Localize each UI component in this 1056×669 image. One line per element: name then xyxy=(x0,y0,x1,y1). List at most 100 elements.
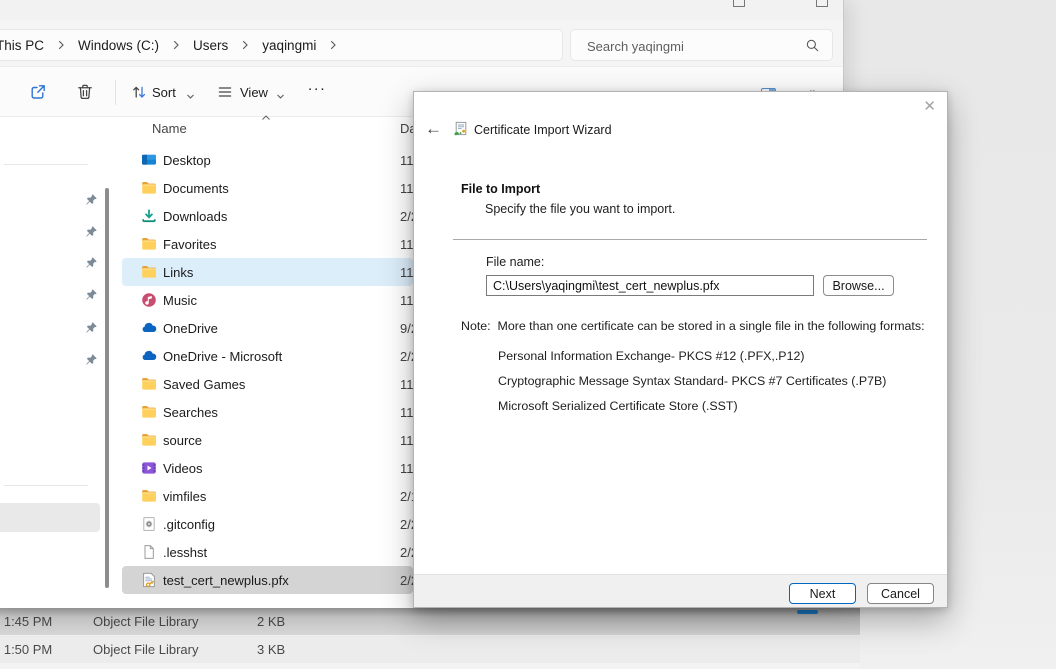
gearfile-icon xyxy=(141,516,157,532)
breadcrumb-item[interactable]: Windows (C:) xyxy=(78,38,159,53)
pin-icon[interactable] xyxy=(85,321,98,334)
file-type: Object File Library xyxy=(93,614,198,629)
chevron-right-icon[interactable] xyxy=(172,40,180,50)
background-file-row: 5 1:50 PMObject File Library3 KB xyxy=(0,636,860,663)
breadcrumb-item[interactable]: This PC xyxy=(0,38,44,53)
pin-icon[interactable] xyxy=(85,353,98,366)
date-modified-fragment: 9/2 xyxy=(400,321,414,336)
close-icon[interactable]: ✕ xyxy=(923,97,936,115)
date-modified-fragment: 11 xyxy=(400,433,414,448)
file-row[interactable]: Favorites11 xyxy=(122,230,413,258)
file-type: Object File Library xyxy=(93,642,198,657)
share-icon[interactable] xyxy=(28,82,48,107)
pin-icon[interactable] xyxy=(85,193,98,206)
chevron-down-icon xyxy=(186,88,195,106)
search-input[interactable] xyxy=(585,35,789,57)
back-arrow-icon[interactable]: ← xyxy=(425,119,442,139)
dialog-footer: Next Cancel xyxy=(414,574,947,607)
dialog-title: Certificate Import Wizard xyxy=(474,123,612,137)
file-name-label: .gitconfig xyxy=(163,517,215,532)
chevron-right-icon[interactable] xyxy=(241,40,249,50)
file-row[interactable]: Searches11 xyxy=(122,398,413,426)
column-header-date-modified[interactable]: Da xyxy=(400,121,414,136)
file-name-label: Downloads xyxy=(163,209,227,224)
date-modified-fragment: 11 xyxy=(400,237,414,252)
sidebar-item-selected[interactable] xyxy=(0,503,100,532)
file-row[interactable]: Videos11 xyxy=(122,454,413,482)
file-name-label: OneDrive xyxy=(163,321,218,336)
date-modified-fragment: 2/1 xyxy=(400,489,414,504)
file-name-label: Videos xyxy=(163,461,203,476)
view-button[interactable]: View xyxy=(240,85,268,100)
file-name-label: Documents xyxy=(163,181,229,196)
breadcrumb: This PC Windows (C:) Users yaqingmi xyxy=(0,30,337,60)
sort-button[interactable]: Sort xyxy=(152,85,176,100)
maximize-button-fragment[interactable] xyxy=(816,0,828,7)
file-row[interactable]: Music11 xyxy=(122,286,413,314)
file-name-label: Desktop xyxy=(163,153,211,168)
file-row[interactable]: source 11 xyxy=(122,426,413,454)
certificate-format-item: Personal Information Exchange- PKCS #12 … xyxy=(498,349,804,363)
cloud-icon xyxy=(141,320,157,336)
view-icon[interactable] xyxy=(216,83,234,106)
minimize-button-fragment[interactable] xyxy=(733,0,745,7)
search-box[interactable] xyxy=(570,29,833,61)
file-name-label: Links xyxy=(163,265,193,280)
browse-button[interactable]: Browse... xyxy=(823,275,894,296)
file-row[interactable]: Saved Games 11 xyxy=(122,370,413,398)
sidebar-scrollbar[interactable] xyxy=(105,188,109,588)
file-row[interactable]: .gitconfig 2/2 xyxy=(122,510,413,538)
delete-icon[interactable] xyxy=(75,82,95,107)
address-row: This PC Windows (C:) Users yaqingmi xyxy=(0,20,843,66)
file-row[interactable]: test_cert_newplus.pfx2/2 xyxy=(122,566,413,594)
file-row[interactable]: .lesshst2/2 xyxy=(122,538,413,566)
breadcrumb-item[interactable]: Users xyxy=(193,38,228,53)
pin-icon[interactable] xyxy=(85,256,98,269)
file-row[interactable]: vimfiles 2/1 xyxy=(122,482,413,510)
file-size: 2 KB xyxy=(257,614,285,629)
date-modified-fragment: 11 xyxy=(400,405,414,420)
videos-icon xyxy=(141,460,157,476)
pin-icon[interactable] xyxy=(85,288,98,301)
folder-icon xyxy=(141,180,157,196)
chevron-right-icon[interactable] xyxy=(329,40,337,50)
file-row[interactable]: Links 11 xyxy=(122,258,413,286)
file-row[interactable]: Documents 11 xyxy=(122,174,413,202)
file-name-label: source xyxy=(163,433,202,448)
chevron-right-icon[interactable] xyxy=(57,40,65,50)
file-name-input[interactable] xyxy=(486,275,814,296)
pin-icon[interactable] xyxy=(85,225,98,238)
sidebar-divider xyxy=(4,164,88,165)
folder-icon xyxy=(141,404,157,420)
file-row[interactable]: OneDrive - Microsoft2/2 xyxy=(122,342,413,370)
breadcrumb-item[interactable]: yaqingmi xyxy=(262,38,316,53)
cloud-icon xyxy=(141,348,157,364)
date-modified-fragment: 11 xyxy=(400,181,414,196)
sidebar-divider xyxy=(4,485,88,486)
file-name-label: vimfiles xyxy=(163,489,206,504)
next-button[interactable]: Next xyxy=(789,583,856,604)
more-options-button[interactable]: ... xyxy=(308,77,327,94)
date-modified-fragment: 2/2 xyxy=(400,545,414,560)
desktop-icon xyxy=(141,152,157,168)
file-row[interactable]: OneDrive 9/2 xyxy=(122,314,413,342)
date-modified-fragment: 11 xyxy=(400,377,414,392)
date-modified-fragment: 11 xyxy=(400,265,414,280)
address-bar[interactable]: This PC Windows (C:) Users yaqingmi xyxy=(0,29,563,61)
file-row[interactable]: Desktop 11 xyxy=(122,146,413,174)
date-modified-fragment: 2/2 xyxy=(400,517,414,532)
column-header-name[interactable]: Name xyxy=(152,121,187,136)
file-name-label: Saved Games xyxy=(163,377,245,392)
file-row[interactable]: Downloads2/2 xyxy=(122,202,413,230)
cancel-button[interactable]: Cancel xyxy=(867,583,934,604)
date-modified-fragment: 2/2 xyxy=(400,573,414,588)
certificate-format-item: Cryptographic Message Syntax Standard- P… xyxy=(498,374,886,388)
file-icon xyxy=(141,544,157,560)
search-icon[interactable] xyxy=(805,38,820,58)
screen: 5 1:45 PMObject File Library2 KB5 1:50 P… xyxy=(0,0,1056,669)
note-text: Note: More than one certificate can be s… xyxy=(461,319,925,333)
date-modified-fragment: 11 xyxy=(400,153,414,168)
folder-icon xyxy=(141,376,157,392)
file-name-label: File name: xyxy=(486,255,544,269)
sort-icon[interactable] xyxy=(130,83,148,106)
